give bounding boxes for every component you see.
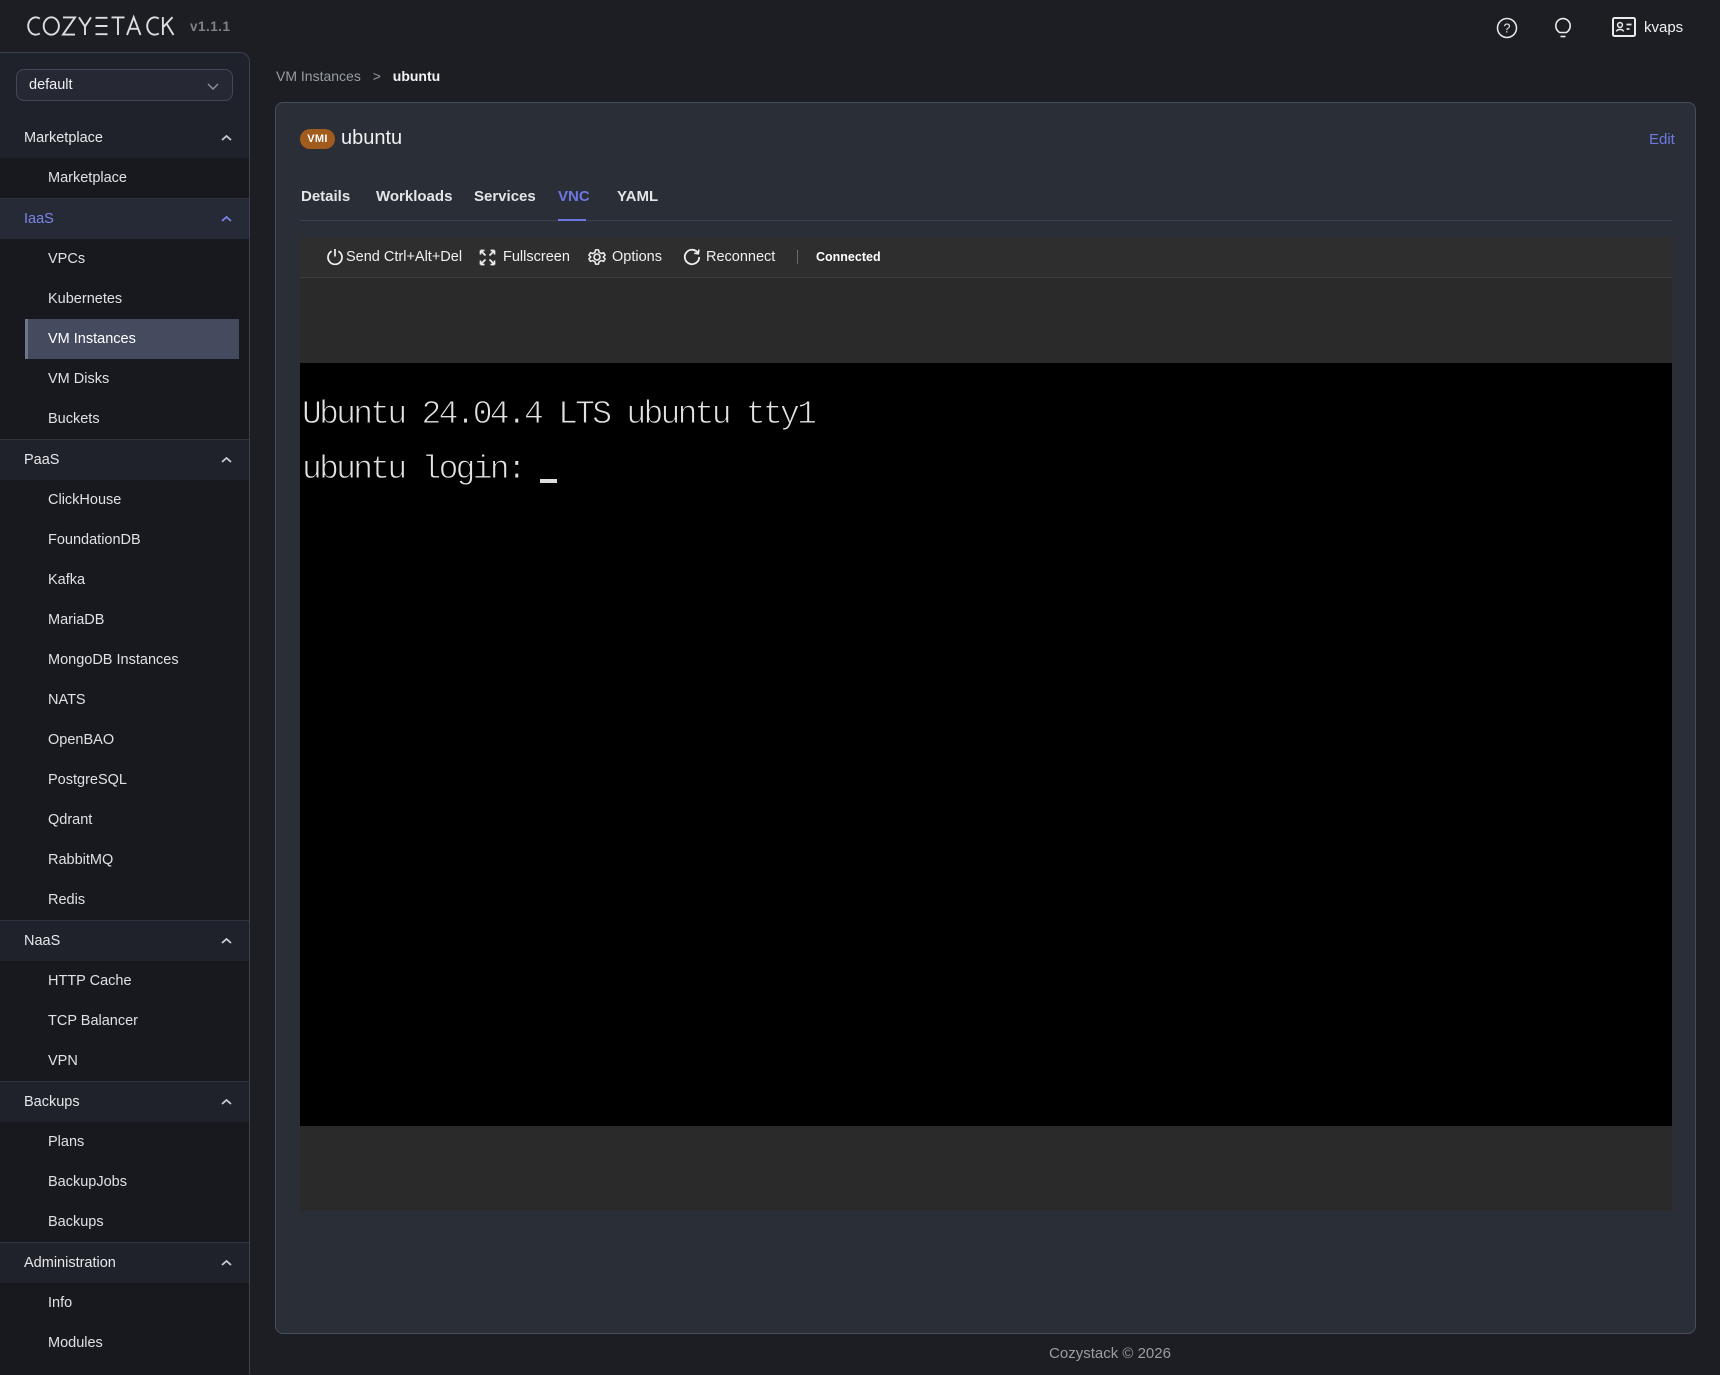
svg-text:?: ? xyxy=(1504,21,1511,35)
